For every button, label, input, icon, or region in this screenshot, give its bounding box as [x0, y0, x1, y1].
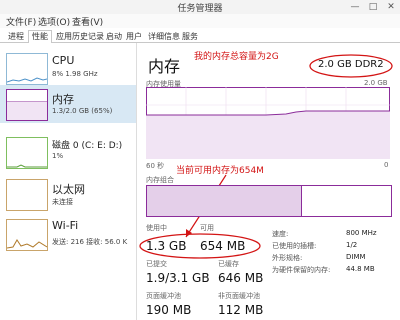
stats-circle: [139, 233, 261, 259]
sidebar-item-memory[interactable]: 内存 1.3/2.0 GB (65%): [0, 85, 136, 123]
form-factor-value: DIMM: [346, 253, 366, 261]
wifi-thumbnail: [6, 219, 48, 251]
memory-thumbnail: [6, 89, 48, 121]
slots-value: 1/2: [346, 241, 358, 249]
sidebar: CPU 8% 1.98 GHz 内存 1.3/2.0 GB (65%) 磁盘 0…: [0, 43, 137, 320]
committed-label: 已提交: [146, 260, 167, 268]
graph-seconds: 60 秒: [146, 162, 165, 170]
tab-app-history[interactable]: 应用历史记录: [52, 30, 108, 43]
slots-label: 已使用的插槽:: [272, 242, 317, 250]
memory-in-use-segment: [147, 186, 302, 216]
sidebar-disk-title: 磁盘 0 (C: E: D:): [52, 141, 123, 151]
sidebar-memory-title: 内存: [52, 93, 74, 106]
cached-label: 已缓存: [218, 260, 239, 268]
sidebar-wifi-sub: 发送: 216 接收: 56.0 K: [52, 238, 128, 246]
sidebar-item-cpu[interactable]: CPU 8% 1.98 GHz: [0, 49, 136, 85]
tab-services[interactable]: 服务: [178, 30, 202, 43]
nonpaged-pool-label: 非页面缓冲池: [218, 292, 260, 300]
sidebar-ethernet-title: 以太网: [52, 183, 85, 196]
sidebar-cpu-sub: 8% 1.98 GHz: [52, 70, 98, 78]
total-annotation: 我的内存总容量为2G: [194, 52, 279, 62]
memory-panel: 内存 我的内存总容量为2G 2.0 GB DDR2 内存使用量 2.0 GB 6…: [138, 43, 400, 320]
menu-options[interactable]: 选项(O): [38, 15, 70, 28]
sidebar-item-ethernet[interactable]: 以太网 未连接: [0, 173, 136, 213]
reserved-value: 44.8 MB: [346, 265, 375, 273]
sidebar-cpu-title: CPU: [52, 54, 75, 67]
tab-users[interactable]: 用户: [122, 30, 146, 43]
title-bar: 任务管理器 — □ ✕: [0, 0, 400, 15]
speed-value: 800 MHz: [346, 229, 377, 237]
sidebar-ethernet-sub: 未连接: [52, 198, 73, 206]
minimize-icon[interactable]: —: [346, 0, 364, 14]
maximize-icon[interactable]: □: [364, 0, 382, 14]
sidebar-disk-sub: 1%: [52, 152, 64, 160]
ethernet-thumbnail: [6, 179, 48, 211]
menu-view[interactable]: 查看(V): [72, 15, 103, 28]
sidebar-item-wifi[interactable]: Wi-Fi 发送: 216 接收: 56.0 K: [0, 215, 136, 255]
memory-composition-bar: [146, 185, 392, 217]
menu-bar: 文件(F) 选项(O) 查看(V): [0, 14, 400, 28]
page-title: 内存: [148, 57, 181, 76]
paged-pool-label: 页面缓冲池: [146, 292, 181, 300]
tab-processes[interactable]: 进程: [4, 30, 28, 43]
cached-value: 646 MB: [218, 271, 264, 285]
sidebar-item-disk[interactable]: 磁盘 0 (C: E: D:) 1%: [0, 133, 136, 169]
paged-pool-value: 190 MB: [146, 303, 192, 317]
form-factor-label: 外形规格:: [272, 254, 303, 262]
graph-max: 2.0 GB: [364, 79, 388, 87]
reserved-label: 为硬件保留的内存:: [272, 266, 331, 274]
disk-thumbnail: [6, 137, 48, 169]
tab-performance[interactable]: 性能: [28, 30, 52, 43]
memory-usage-graph: [146, 87, 390, 159]
sidebar-memory-sub: 1.3/2.0 GB (65%): [52, 107, 113, 115]
cpu-thumbnail: [6, 53, 48, 85]
close-icon[interactable]: ✕: [382, 0, 400, 14]
sidebar-wifi-title: Wi-Fi: [52, 219, 79, 232]
tab-bar: 进程 性能 应用历史记录 启动 用户 详细信息 服务: [0, 30, 400, 43]
total-circle: [309, 54, 393, 78]
graph-zero: 0: [384, 161, 389, 169]
menu-file[interactable]: 文件(F): [6, 15, 36, 28]
composition-label: 内存组合: [146, 176, 174, 184]
window-title: 任务管理器: [177, 4, 223, 14]
committed-value: 1.9/3.1 GB: [146, 271, 210, 285]
nonpaged-pool-value: 112 MB: [218, 303, 264, 317]
speed-label: 速度:: [272, 230, 289, 238]
